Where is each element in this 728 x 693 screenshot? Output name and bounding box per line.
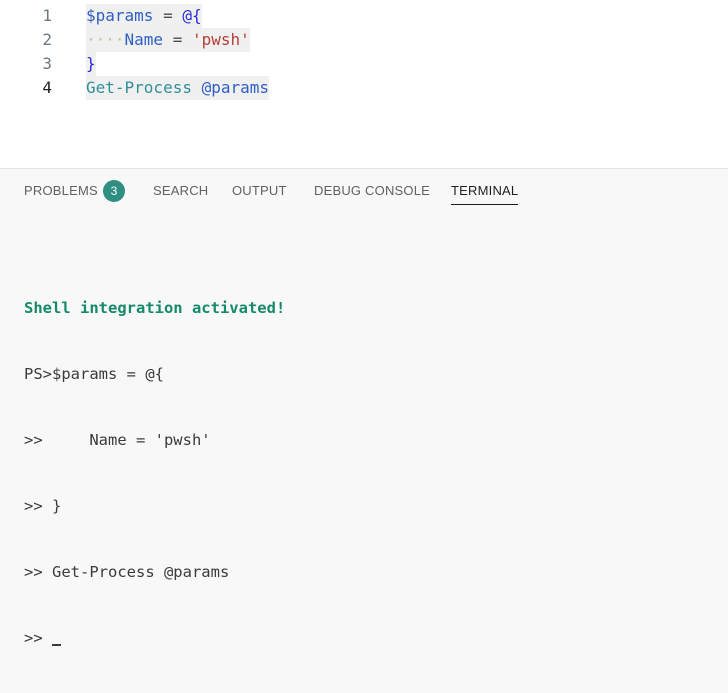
- token-operator: =: [153, 6, 183, 25]
- tab-debug-console[interactable]: DEBUG CONSOLE: [314, 169, 430, 213]
- token-brace: }: [86, 54, 96, 73]
- token-property: Name: [124, 30, 164, 49]
- tab-output[interactable]: OUTPUT: [232, 169, 287, 213]
- token-variable: $params: [86, 6, 154, 25]
- token-brace: @{: [182, 6, 202, 25]
- code-editor[interactable]: 1 $params = @{ 2 ····Name = 'pwsh' 3 } 4…: [0, 0, 728, 168]
- code-text[interactable]: }: [86, 52, 96, 76]
- terminal-line: >> Name = 'pwsh': [24, 431, 211, 449]
- code-line-3[interactable]: 3 }: [0, 52, 728, 76]
- terminal-prompt: >>: [24, 629, 52, 647]
- code-text[interactable]: ····Name = 'pwsh': [86, 28, 250, 52]
- code-line-4[interactable]: 4 Get-Process @params: [0, 76, 728, 100]
- code-text[interactable]: Get-Process @params: [86, 76, 270, 100]
- code-line-1[interactable]: 1 $params = @{: [0, 4, 728, 28]
- terminal-output[interactable]: Shell integration activated! PS>$params …: [24, 253, 285, 693]
- terminal-line-shell-integration: Shell integration activated!: [24, 299, 286, 317]
- problems-count-badge: 3: [103, 180, 125, 202]
- line-number: 3: [42, 54, 52, 73]
- terminal-line: >> Get-Process @params: [24, 563, 230, 581]
- token-operator: =: [163, 30, 192, 49]
- terminal-cursor: [52, 644, 61, 646]
- terminal-line: >> }: [24, 497, 62, 515]
- code-line-2[interactable]: 2 ····Name = 'pwsh': [0, 28, 728, 52]
- line-number: 4: [42, 78, 52, 97]
- terminal-line: PS>$params = @{: [24, 365, 164, 383]
- terminal-prompt-line[interactable]: >>: [24, 627, 285, 649]
- tab-terminal[interactable]: TERMINAL: [451, 169, 519, 213]
- token-command: Get-Process: [86, 78, 192, 97]
- tab-problems[interactable]: PROBLEMS: [24, 169, 98, 213]
- token-variable: @params: [201, 78, 270, 97]
- line-number: 1: [42, 6, 52, 25]
- bottom-panel: PROBLEMS 3 SEARCH OUTPUT DEBUG CONSOLE T…: [0, 169, 728, 647]
- token-string: 'pwsh': [191, 30, 250, 49]
- code-text[interactable]: $params = @{: [86, 4, 202, 28]
- line-number: 2: [42, 30, 52, 49]
- panel-tab-bar: PROBLEMS 3 SEARCH OUTPUT DEBUG CONSOLE T…: [0, 169, 728, 213]
- tab-search[interactable]: SEARCH: [153, 169, 208, 213]
- whitespace-indicator: ····: [86, 30, 125, 49]
